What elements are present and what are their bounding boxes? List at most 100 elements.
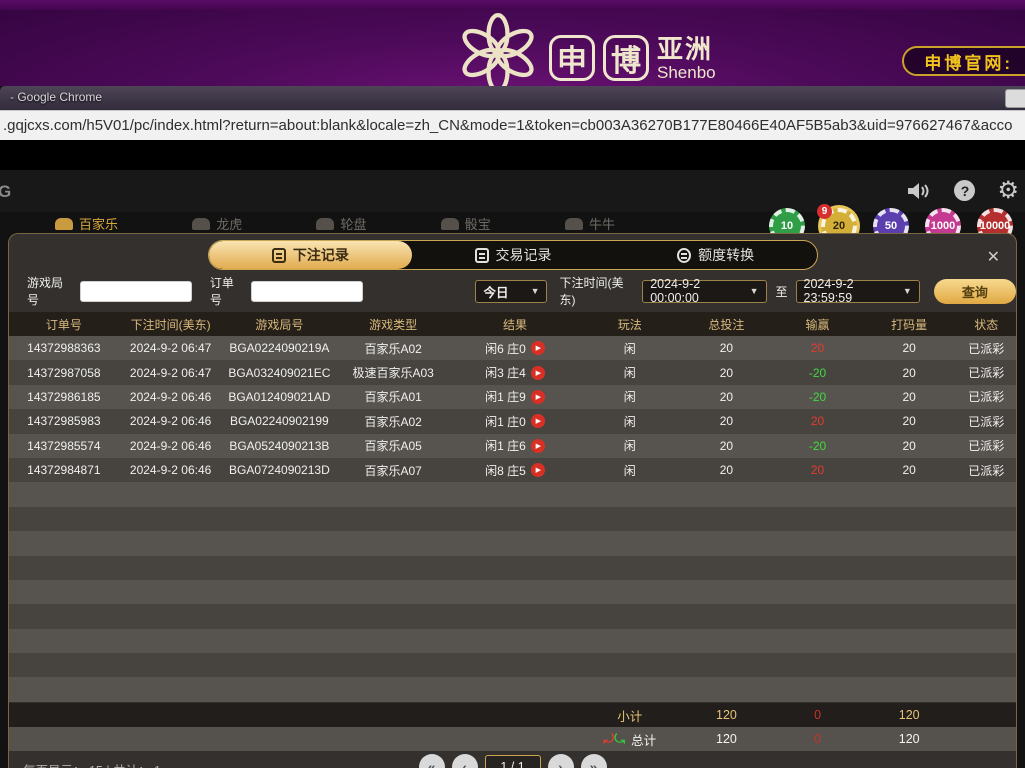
status-cell: 已派彩 [957, 340, 1016, 357]
column-header: 订单号 [9, 316, 119, 333]
flower-logo-icon [455, 10, 541, 96]
column-header: 输赢 [773, 316, 862, 333]
search-button[interactable]: 查询 [934, 279, 1016, 304]
game-topbar: G ? ⚙ [0, 170, 1025, 212]
nav-item-label: 牛牛 [589, 214, 615, 233]
settings-gear-icon[interactable]: ⚙ [997, 180, 1019, 201]
tab-交易记录[interactable]: 交易记录 [412, 241, 615, 269]
status-cell: 已派彩 [957, 437, 1016, 454]
round-cell: BGA02240902199 [222, 414, 336, 428]
nav-item-label: 龙虎 [216, 214, 242, 233]
play-cell: 闲 [580, 462, 680, 479]
date-range-value: 今日 [483, 282, 508, 301]
end-time-select[interactable]: 2024-9-2 23:59:59 ▼ [796, 280, 920, 303]
win-loss-cell: -20 [773, 390, 862, 404]
table-row: 143729861852024-9-2 06:46BGA012409021AD百… [9, 385, 1016, 409]
empty-table-row [9, 507, 1016, 531]
column-header: 结果 [450, 316, 580, 333]
play-video-icon[interactable]: ▶ [531, 439, 545, 453]
empty-table-row [9, 482, 1016, 506]
browser-url-bar[interactable]: .gqjcxs.com/h5V01/pc/index.html?return=a… [0, 110, 1025, 140]
brand-latin-text: Shenbo [657, 64, 716, 81]
table-row: 143729870582024-9-2 06:47BGA032409021EC极… [9, 360, 1016, 384]
total-bet-cell: 20 [680, 463, 774, 477]
tab-额度转换[interactable]: 额度转换 [614, 241, 817, 269]
table-body: 143729883632024-9-2 06:47BGA0224090219A百… [9, 336, 1016, 702]
result-cell: 闲3 庄4▶ [450, 364, 580, 381]
browser-titlebar: - Google Chrome [0, 86, 1025, 110]
status-cell: 已派彩 [957, 388, 1016, 405]
prev-page-button[interactable]: ‹ [452, 754, 478, 768]
play-video-icon[interactable]: ▶ [531, 366, 545, 380]
result-cell: 闲1 庄0 ▶ [450, 413, 580, 430]
brand-region-text: 亚洲 [657, 36, 716, 62]
turnover-cell: 20 [862, 366, 957, 380]
speaker-icon[interactable] [908, 181, 932, 201]
last-page-button[interactable]: » [581, 754, 607, 768]
play-cell: 闲 [580, 413, 680, 430]
bet-time-cell: 2024-9-2 06:46 [119, 463, 223, 477]
bet-time-cell: 2024-9-2 06:47 [119, 366, 223, 380]
total-win-loss: 0 [773, 732, 862, 746]
nav-item-轮盘[interactable]: 轮盘 [316, 212, 366, 233]
brand-region-block: 亚洲 Shenbo [657, 36, 716, 81]
divider-strip [0, 140, 1025, 170]
game-round-input[interactable] [80, 281, 192, 302]
tab-下注记录[interactable]: 下注记录 [209, 241, 412, 269]
nav-item-百家乐[interactable]: 百家乐 [55, 212, 118, 233]
round-cell: BGA032409021EC [222, 366, 336, 380]
order-no-input[interactable] [251, 281, 363, 302]
round-cell: BGA012409021AD [222, 390, 336, 404]
nav-item-牛牛[interactable]: 牛牛 [565, 212, 615, 233]
bet-time-cell: 2024-9-2 06:46 [119, 414, 223, 428]
table-header: 订单号下注时间(美东)游戏局号游戏类型结果玩法总投注输赢打码量状态 [9, 312, 1016, 336]
status-cell: 已派彩 [957, 462, 1016, 479]
round-cell: BGA0224090219A [222, 341, 336, 355]
tab-label: 下注记录 [293, 245, 349, 265]
game-category-icon [565, 218, 583, 230]
play-video-icon[interactable]: ▶ [531, 463, 545, 477]
pagination-controls: « ‹ 1 / 1 › » [9, 754, 1016, 768]
refresh-icon[interactable]: ⤾⤿ [603, 731, 625, 747]
column-header: 状态 [957, 316, 1016, 333]
chevron-down-icon: ▼ [750, 286, 759, 296]
play-video-icon[interactable]: ▶ [531, 341, 545, 355]
nav-item-骰宝[interactable]: 骰宝 [441, 212, 491, 233]
game-type-cell: 百家乐A05 [336, 437, 450, 454]
result-cell: 闲6 庄0▶ [450, 340, 580, 357]
win-loss-cell: -20 [773, 366, 862, 380]
win-loss-cell: 20 [773, 414, 862, 428]
chevron-down-icon: ▼ [531, 286, 540, 296]
close-icon[interactable]: ✕ [987, 247, 1000, 267]
column-header: 游戏类型 [336, 316, 450, 333]
play-video-icon[interactable]: ▶ [531, 390, 545, 404]
nav-item-label: 百家乐 [79, 214, 118, 233]
window-control-button[interactable] [1005, 89, 1025, 108]
date-range-select[interactable]: 今日 ▼ [475, 280, 547, 303]
next-page-button[interactable]: › [548, 754, 574, 768]
start-time-value: 2024-9-2 00:00:00 [650, 277, 741, 305]
official-site-pill[interactable]: 申博官网: [902, 46, 1025, 76]
order-no-label: 订单号 [210, 274, 244, 308]
help-icon[interactable]: ? [954, 180, 975, 201]
empty-table-row [9, 653, 1016, 677]
tab-icon [677, 248, 691, 263]
bet-time-label: 下注时间(美东) [559, 274, 634, 308]
brand-char-bo: 博 [603, 35, 649, 81]
round-cell: BGA0524090213B [222, 439, 336, 453]
total-row: ⤾⤿ 总计 120 0 120 [9, 727, 1016, 751]
nav-item-龙虎[interactable]: 龙虎 [192, 212, 242, 233]
result-text: 闲8 庄5 [485, 462, 526, 479]
play-video-icon[interactable]: ▶ [531, 414, 545, 428]
start-time-select[interactable]: 2024-9-2 00:00:00 ▼ [642, 280, 766, 303]
table-row: 143729855742024-9-2 06:46BGA0524090213B百… [9, 434, 1016, 458]
turnover-cell: 20 [862, 414, 957, 428]
nav-item-label: 骰宝 [465, 214, 491, 233]
column-header: 总投注 [680, 316, 774, 333]
game-category-icon [192, 218, 210, 230]
play-cell: 闲 [580, 364, 680, 381]
result-text: 闲1 庄0 [485, 413, 526, 430]
first-page-button[interactable]: « [419, 754, 445, 768]
pagination-bar: 每页显示： 15 | 共计： 1 « ‹ 1 / 1 › » [9, 754, 1016, 768]
result-cell: 闲1 庄9▶ [450, 388, 580, 405]
